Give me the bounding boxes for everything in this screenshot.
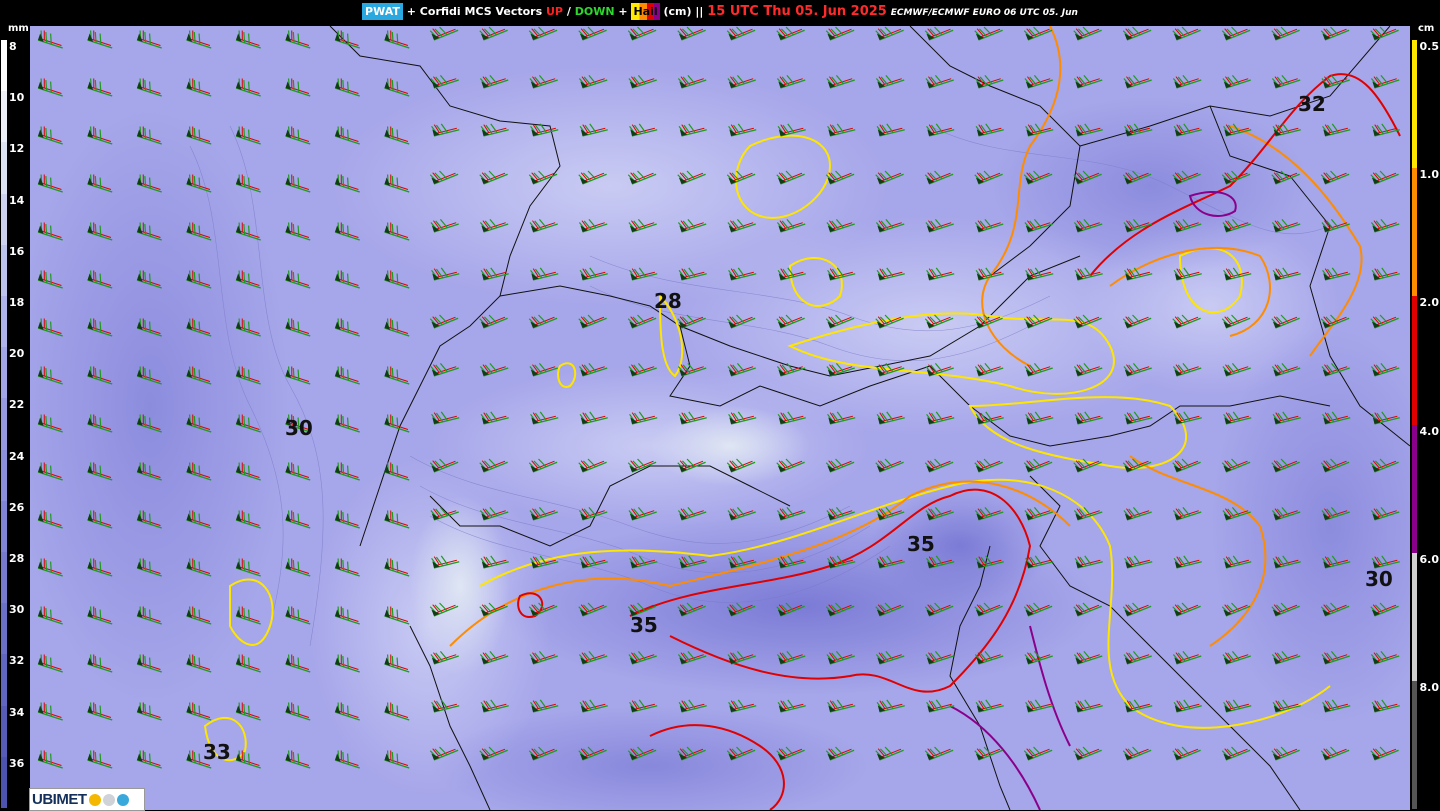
- hail-colorbar-segment: [1412, 424, 1417, 553]
- hail-tick-label: 1.0: [1419, 168, 1440, 182]
- hail-colorbar: cm 0.5 1.0 2.0 4.0 6.0 8.0: [1410, 23, 1440, 810]
- pwat-colorbar-segment: [1, 449, 7, 501]
- pwat-colorbar-segment: [1, 296, 7, 348]
- hail-tick-label: 6.0: [1419, 552, 1440, 566]
- pwat-colorbar-segment: [1, 654, 7, 706]
- pwat-colorbar: mm 8 10 12 14 16 18 20 22 24 26 28 30 32 34 36: [0, 23, 30, 810]
- hail-colorbar-segment: [1412, 552, 1417, 681]
- pwat-colorbar-segment: [1, 500, 7, 552]
- hail-colorbar-segment: [1412, 296, 1417, 425]
- pwat-tick-label: 20: [9, 347, 25, 361]
- pwat-tick-label: 16: [9, 244, 25, 258]
- cloud-icon: [102, 793, 115, 806]
- pwat-tick-label: 8: [9, 40, 17, 53]
- sun-icon: [88, 793, 101, 806]
- pwat-colorbar-segment: [1, 705, 7, 757]
- pwat-tick-label: 24: [9, 449, 25, 463]
- drop-icon: [116, 793, 129, 806]
- pwat-label-g: 33: [203, 740, 231, 764]
- title-mid: + Corfidi MCS Vectors: [406, 5, 543, 18]
- map-canvas: [30, 26, 1410, 810]
- ubimet-logo: UBIMET: [29, 788, 145, 811]
- pwat-label-b: 30: [285, 416, 313, 440]
- hail-unit-label: cm: [1418, 23, 1435, 34]
- title-plus: +: [618, 5, 628, 18]
- pwat-label: PWAT: [362, 3, 403, 20]
- hail-colorbar-segment: [1412, 168, 1417, 297]
- pwat-colorbar-segment: [1, 756, 7, 808]
- title-bar: PWAT + Corfidi MCS Vectors UP / DOWN + H…: [0, 0, 1440, 26]
- pwat-colorbar-segment: [1, 603, 7, 655]
- hail-label: Hail: [631, 3, 660, 20]
- model-source: ECMWF/ECMWF EURO 06 UTC 05. Jun: [890, 8, 1078, 18]
- pwat-tick-label: 36: [9, 756, 25, 770]
- pwat-tick-label: 22: [9, 398, 25, 412]
- pwat-label-a: 28: [654, 289, 682, 313]
- valid-time: 15 UTC Thu 05. Jun 2025: [707, 4, 887, 19]
- pwat-label-e: 35: [630, 613, 658, 637]
- pwat-colorbar-segment: [1, 398, 7, 450]
- hail-tick-label: 0.5: [1419, 40, 1440, 53]
- hail-colorbar-segment: [1412, 681, 1417, 810]
- hail-tick-label: 4.0: [1419, 424, 1440, 438]
- hail-unit: (cm) ||: [663, 5, 704, 18]
- pwat-unit: mm: [8, 23, 29, 34]
- pwat-tick-label: 34: [9, 705, 25, 719]
- hail-tick-label: 8.0: [1419, 681, 1440, 694]
- title-slash: /: [566, 5, 571, 18]
- hail-tick-label: 2.0: [1419, 296, 1440, 310]
- pwat-label-f: 30: [1365, 567, 1393, 591]
- pwat-tick-label: 10: [9, 91, 25, 105]
- pwat-label-d: 35: [907, 532, 935, 556]
- pwat-tick-label: 32: [9, 654, 25, 668]
- pwat-tick-label: 18: [9, 296, 25, 309]
- pwat-tick-label: 14: [9, 193, 25, 207]
- pwat-label-c: 32: [1298, 92, 1326, 116]
- pwat-colorbar-segment: [1, 142, 7, 194]
- down-label: DOWN: [574, 5, 615, 18]
- pwat-colorbar-segment: [1, 552, 7, 604]
- pwat-colorbar-segment: [1, 91, 7, 143]
- pwat-colorbar-segment: [1, 40, 7, 92]
- pwat-tick-label: 30: [9, 603, 25, 617]
- pwat-tick-label: 26: [9, 500, 25, 514]
- pwat-tick-label: 28: [9, 552, 25, 565]
- pwat-tick-label: 12: [9, 142, 25, 156]
- pwat-colorbar-segment: [1, 244, 7, 296]
- logo-text: UBIMET: [32, 791, 87, 808]
- hail-colorbar-segment: [1412, 40, 1417, 169]
- pwat-colorbar-segment: [1, 347, 7, 399]
- weather-map: 28 30 32 35 35 30 33: [30, 26, 1410, 810]
- up-label: UP: [546, 5, 563, 18]
- chart-title: PWAT + Corfidi MCS Vectors UP / DOWN + H…: [0, 3, 1440, 20]
- pwat-colorbar-segment: [1, 193, 7, 245]
